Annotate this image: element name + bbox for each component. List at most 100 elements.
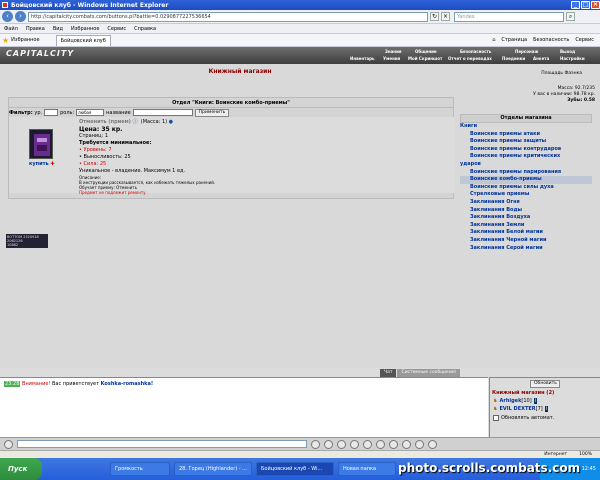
task-combats[interactable]: Бойцовский клуб - Wi... xyxy=(256,462,334,476)
task-highlander[interactable]: 28. Горец (Highlander) - ... xyxy=(174,462,252,476)
location-link[interactable]: Площадь Фаэнка xyxy=(541,71,582,76)
user-icon: ♞ xyxy=(493,406,498,412)
favorites-bar: ★ Избранное Бойцовский клуб ⌂ Страница Б… xyxy=(0,34,600,47)
department-item[interactable]: Стрелковые приемы xyxy=(460,191,592,199)
department-item[interactable]: Заклинания Белой магии xyxy=(460,229,592,237)
department-item[interactable]: Воинские приемы атаки xyxy=(460,131,592,139)
department-item[interactable]: Книги xyxy=(460,123,592,131)
nav-security[interactable]: Безопасность xyxy=(460,49,491,54)
user-list: ♞ Arhigek [10] i ♞ EVIL DEXTER [7] i xyxy=(490,398,600,412)
minimize-button[interactable]: _ xyxy=(571,1,580,9)
user-name[interactable]: EVIL DEXTER xyxy=(499,406,535,412)
search-icon[interactable]: ⌕ xyxy=(566,12,575,21)
back-button[interactable]: ‹ xyxy=(2,11,13,22)
user-level: [7] xyxy=(535,406,543,412)
item-section: Отдел "Книги: Воинские комбо-приемы" Фил… xyxy=(8,97,455,199)
department-item[interactable]: Заклинания Черной магии xyxy=(460,237,592,245)
url-field[interactable]: http://capitalcity.combats.com/buttons.p… xyxy=(28,11,428,22)
menu-file[interactable]: Файл xyxy=(4,26,18,32)
close-button[interactable]: × xyxy=(591,1,600,9)
department-item[interactable]: Воинские приемы контрударов xyxy=(460,146,592,154)
nav-screenshot[interactable]: Мой Скриншот xyxy=(408,56,442,61)
nav-knowledge[interactable]: Знания xyxy=(385,49,401,54)
user-info-icon[interactable]: i xyxy=(533,398,538,404)
chat-input[interactable] xyxy=(17,440,307,448)
department-item[interactable]: Заклинания Воздуха xyxy=(460,214,592,222)
send-icon[interactable] xyxy=(311,439,320,449)
tab-system[interactable]: Системные сообщения xyxy=(397,368,460,377)
nav-duels[interactable]: Поединки xyxy=(502,56,525,61)
task-folder[interactable]: Новая папка xyxy=(338,462,396,476)
chat-log[interactable]: 23:28 Внимание! Вас приветствует Koshka-… xyxy=(0,377,488,437)
menu-view[interactable]: Вид xyxy=(53,26,63,32)
filter-icon[interactable] xyxy=(337,439,346,449)
department-item[interactable]: ударов xyxy=(460,161,592,169)
page-menu[interactable]: Страница xyxy=(501,37,527,43)
nav-settings[interactable]: Настройки xyxy=(560,56,585,61)
tab-combats[interactable]: Бойцовский клуб xyxy=(55,34,111,46)
tab-chat[interactable]: Чат xyxy=(380,368,397,377)
menu-favorites[interactable]: Избранное xyxy=(71,26,99,32)
user-icon: ♞ xyxy=(493,398,498,404)
name-input[interactable] xyxy=(132,109,193,116)
nav-character[interactable]: Персонаж xyxy=(515,49,539,54)
user-name[interactable]: Arhigek xyxy=(499,398,521,404)
home-icon[interactable]: ⌂ xyxy=(492,37,495,43)
item-name[interactable]: Отменить (прием) xyxy=(79,119,131,125)
auto-refresh[interactable]: Обновлять автомат. xyxy=(493,415,600,421)
help-icon[interactable] xyxy=(415,439,424,449)
user-info-icon[interactable]: i xyxy=(544,406,549,412)
security-menu[interactable]: Безопасность xyxy=(533,37,569,43)
apply-button[interactable]: Применить xyxy=(194,108,230,117)
online-user[interactable]: ♞ EVIL DEXTER [7] i xyxy=(493,406,600,412)
department-item[interactable]: Заклинания Серой магии xyxy=(460,245,592,253)
department-item[interactable]: Воинские приемы критических xyxy=(460,153,592,161)
tools-menu[interactable]: Сервис xyxy=(575,37,594,43)
nav-skills[interactable]: Умения xyxy=(383,56,400,61)
zoom-label[interactable]: 100% xyxy=(579,452,592,457)
forward-button[interactable]: › xyxy=(15,11,26,22)
item-price: Цена: 35 кр. xyxy=(79,126,123,133)
auto-refresh-checkbox[interactable] xyxy=(493,415,499,421)
smile-icon[interactable] xyxy=(4,439,13,449)
department-item[interactable]: Воинские комбо-приемы xyxy=(460,176,592,184)
department-item[interactable]: Заклинания Воды xyxy=(460,207,592,215)
favorites-button[interactable]: Избранное xyxy=(11,37,39,43)
role-select[interactable]: любая xyxy=(76,109,105,116)
nav-profile[interactable]: Анкета xyxy=(533,56,549,61)
maximize-button[interactable]: □ xyxy=(581,1,590,9)
nav-exit[interactable]: Выход xyxy=(560,49,575,54)
nav-transfers[interactable]: Отчет о переводах xyxy=(448,56,492,61)
private-icon[interactable] xyxy=(363,439,372,449)
refresh-button[interactable]: Обновить xyxy=(530,380,560,388)
stop-icon[interactable] xyxy=(376,439,385,449)
department-item[interactable]: Заклинания Огня xyxy=(460,199,592,207)
buy-link[interactable]: купить ✚ xyxy=(29,161,55,167)
nav-inventory[interactable]: Инвентарь xyxy=(350,56,375,61)
window-title: Бойцовский клуб - Windows Internet Explo… xyxy=(11,1,169,9)
menu-help[interactable]: Справка xyxy=(134,26,156,32)
exit-icon[interactable] xyxy=(428,439,437,449)
departments-list: Книги Воинские приемы атаки Воинские прием… xyxy=(460,123,592,252)
task-volume[interactable]: Громкость xyxy=(110,462,170,476)
chat-settings-icon[interactable] xyxy=(350,439,359,449)
clear-icon[interactable] xyxy=(324,439,333,449)
department-item[interactable]: Воинские приемы защиты xyxy=(460,138,592,146)
menu-tools[interactable]: Сервис xyxy=(107,26,126,32)
info-icon[interactable]: ⓘ xyxy=(133,119,138,125)
star-icon: ★ xyxy=(2,35,10,45)
refresh-icon[interactable]: ↻ xyxy=(430,12,439,21)
search-field[interactable]: Yandex xyxy=(454,11,564,22)
department-item[interactable]: Воинские приемы силы духа xyxy=(460,184,592,192)
level-input[interactable] xyxy=(44,109,59,116)
start-button[interactable]: Пуск xyxy=(0,458,42,480)
map-icon[interactable] xyxy=(402,439,411,449)
menu-edit[interactable]: Правка xyxy=(26,26,45,32)
online-panel: Обновить Книжный магазин (2) ♞ Arhigek [10… xyxy=(489,377,600,437)
sound-icon[interactable] xyxy=(389,439,398,449)
departments-title: Отделы магазина xyxy=(460,114,592,123)
ie-icon xyxy=(2,2,8,8)
stop-icon[interactable]: × xyxy=(441,12,450,21)
online-user[interactable]: ♞ Arhigek [10] i xyxy=(493,398,600,404)
nav-chat[interactable]: Общение xyxy=(415,49,437,54)
